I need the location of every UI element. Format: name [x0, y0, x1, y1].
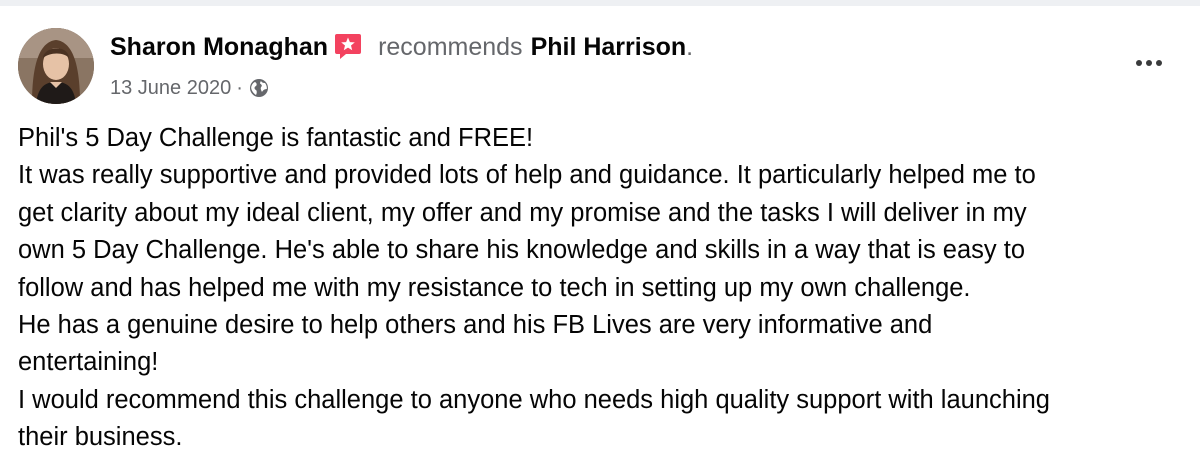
more-options-button[interactable] [1128, 50, 1170, 76]
more-options-dot [1146, 60, 1152, 66]
recommendation-post: Sharon Monaghan recommends Phil Harrison… [0, 6, 1200, 471]
post-body-line: own 5 Day Challenge. He's able to share … [18, 236, 1026, 265]
post-body-line: He has a genuine desire to help others a… [18, 311, 933, 340]
post-body-line: It was really supportive and provided lo… [18, 161, 1036, 190]
post-body-line: I would recommend this challenge to anyo… [18, 385, 1050, 414]
more-options-icon [1136, 60, 1142, 66]
meta-separator: · [236, 76, 243, 99]
header-period: . [686, 32, 694, 61]
author-name-link[interactable]: Sharon Monaghan [110, 33, 328, 62]
post-body: Phil's 5 Day Challenge is fantastic and … [18, 120, 1188, 457]
globe-icon[interactable] [248, 77, 270, 99]
post-meta: 13 June 2020 · [110, 74, 270, 102]
post-body-line: Phil's 5 Day Challenge is fantastic and … [18, 124, 534, 152]
post-body-line: follow and has helped me with my resista… [18, 273, 971, 302]
more-options-dot [1156, 60, 1162, 66]
post-header: Sharon Monaghan recommends Phil Harrison… [110, 31, 693, 63]
post-body-line: entertaining! [18, 348, 159, 377]
post-body-line: get clarity about my ideal client, my of… [18, 198, 1027, 227]
recommended-page-link[interactable]: Phil Harrison [531, 33, 687, 62]
avatar[interactable] [18, 28, 94, 104]
recommendation-star-icon [334, 32, 362, 60]
recommends-text: recommends [378, 32, 523, 61]
post-date-link[interactable]: 13 June 2020 [110, 77, 231, 100]
post-body-line: their business. [18, 423, 183, 452]
